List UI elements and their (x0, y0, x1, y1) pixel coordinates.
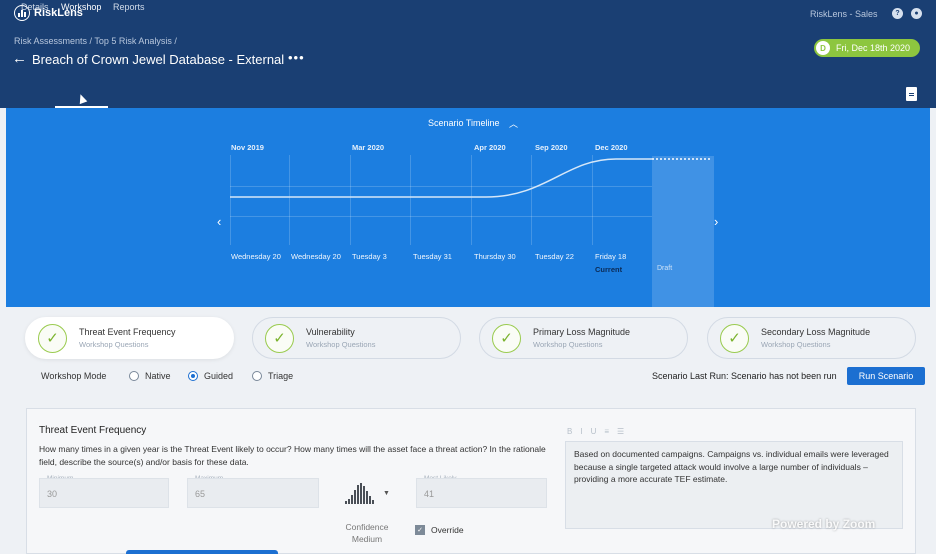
org-switcher[interactable]: RiskLens - Sales (810, 9, 878, 19)
app-header: RiskLens RiskLens - Sales ? ● Risk Asses… (0, 0, 936, 108)
override-label: Override (431, 525, 464, 535)
step-subtitle: Workshop Questions (533, 340, 603, 349)
workshop-mode-label: Workshop Mode (41, 371, 107, 381)
current-label: Current (595, 265, 623, 274)
timeline-day[interactable]: Tuesday 3 (352, 252, 387, 261)
step-title: Vulnerability (306, 327, 355, 337)
rationale-textarea[interactable]: Based on documented campaigns. Campaigns… (565, 441, 903, 529)
page-title: Breach of Crown Jewel Database - Externa… (32, 52, 285, 67)
check-icon: ✓ (492, 323, 521, 353)
step-title: Secondary Loss Magnitude (761, 327, 871, 337)
radio-circle[interactable] (129, 371, 139, 381)
step-vulnerability[interactable]: ✓ Vulnerability Workshop Questions (252, 317, 461, 359)
most-likely-input[interactable]: 41 (416, 478, 547, 508)
radio-circle-selected[interactable] (188, 371, 198, 381)
date-pill-label: Fri, Dec 18th 2020 (836, 43, 911, 53)
bell-curve-icon (345, 483, 374, 504)
radio-triage[interactable]: Triage (252, 371, 293, 381)
timeline-prev-icon[interactable]: ‹ (217, 214, 221, 229)
scenario-last-run: Scenario Last Run: Scenario has not been… (652, 371, 837, 381)
timeline-day[interactable]: Tuesday 22 (535, 252, 574, 261)
run-scenario-button[interactable]: Run Scenario (847, 367, 925, 385)
date-pill-initial: D (816, 41, 830, 55)
timeline-next-icon[interactable]: › (714, 214, 718, 229)
override-checkbox[interactable]: ✓ Override (415, 525, 464, 535)
check-icon: ✓ (265, 323, 294, 353)
ordered-list-icon[interactable]: ☰ (617, 427, 624, 436)
radio-circle[interactable] (252, 371, 262, 381)
list-icon[interactable]: ≡ (604, 427, 609, 436)
radio-label: Triage (268, 371, 294, 381)
zoom-watermark: Powered by Zoom (772, 517, 876, 531)
bold-icon[interactable]: B (567, 427, 572, 436)
minimum-input[interactable]: 30 (39, 478, 169, 508)
step-threat-event-frequency[interactable]: ✓ Threat Event Frequency Workshop Questi… (25, 317, 234, 359)
timeline-day[interactable]: Wednesday 20 (291, 252, 341, 261)
distribution-select[interactable]: ▼ (341, 479, 395, 507)
breadcrumb[interactable]: Risk Assessments / Top 5 Risk Analysis / (14, 36, 177, 46)
next-button[interactable] (126, 550, 278, 554)
radio-native[interactable]: Native (129, 371, 171, 381)
step-subtitle: Workshop Questions (761, 340, 831, 349)
document-icon[interactable] (906, 87, 917, 101)
rationale-toolbar: B I U ≡ ☰ (567, 427, 624, 436)
timeline-day[interactable]: Wednesday 20 (231, 252, 281, 261)
timeline-curve (230, 158, 712, 198)
tef-panel: Threat Event Frequency How many times in… (26, 408, 916, 554)
underline-icon[interactable]: U (591, 427, 597, 436)
as-of-date-pill[interactable]: D Fri, Dec 18th 2020 (814, 39, 920, 57)
confidence-label: Confidence Medium (345, 522, 389, 544)
checkbox-checked-icon[interactable]: ✓ (415, 525, 425, 535)
radio-guided[interactable]: Guided (188, 371, 233, 381)
step-subtitle: Workshop Questions (79, 340, 149, 349)
panel-question: How many times in a given year is the Th… (39, 444, 546, 467)
tab-details[interactable]: Details (21, 2, 49, 12)
step-primary-loss-magnitude[interactable]: ✓ Primary Loss Magnitude Workshop Questi… (479, 317, 688, 359)
check-icon: ✓ (720, 323, 749, 353)
check-icon: ✓ (38, 323, 67, 353)
mouse-cursor-icon (76, 92, 88, 105)
maximum-input[interactable]: 65 (187, 478, 319, 508)
step-title: Primary Loss Magnitude (533, 327, 631, 337)
timeline-day[interactable]: Friday 18 (595, 252, 626, 261)
step-secondary-loss-magnitude[interactable]: ✓ Secondary Loss Magnitude Workshop Ques… (707, 317, 916, 359)
timeline-day[interactable]: Thursday 30 (474, 252, 516, 261)
draft-label: Draft (657, 265, 673, 272)
timeline-day[interactable]: Tuesday 31 (413, 252, 452, 261)
scenario-timeline: Scenario Timeline ︿ Nov 2019 Mar 2020 Ap… (6, 108, 930, 307)
help-icon[interactable]: ? (892, 8, 903, 19)
italic-icon[interactable]: I (580, 427, 582, 436)
back-arrow-icon[interactable]: ← (12, 50, 27, 67)
chevron-down-icon: ▼ (383, 489, 390, 497)
radio-label: Guided (204, 371, 234, 381)
step-subtitle: Workshop Questions (306, 340, 376, 349)
panel-title: Threat Event Frequency (39, 425, 147, 436)
user-avatar-icon[interactable]: ● (911, 8, 922, 19)
tab-reports[interactable]: Reports (113, 2, 145, 12)
more-options-icon[interactable]: ••• (288, 50, 305, 65)
step-title: Threat Event Frequency (79, 327, 176, 337)
tab-workshop[interactable]: Workshop (61, 2, 101, 12)
radio-label: Native (145, 371, 171, 381)
